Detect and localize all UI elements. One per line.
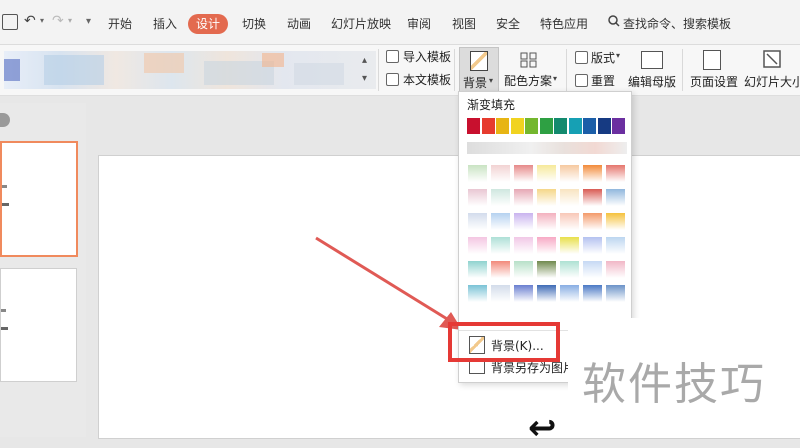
solid-color-row	[467, 118, 627, 134]
color-swatch[interactable]	[583, 118, 596, 134]
gradient-swatch[interactable]	[582, 188, 603, 207]
gradient-swatch[interactable]	[559, 188, 580, 207]
color-swatch[interactable]	[496, 118, 509, 134]
gradient-swatch[interactable]	[536, 260, 557, 279]
gradient-fill-label: 渐变填充	[467, 98, 516, 112]
gradient-swatch[interactable]	[582, 284, 603, 303]
highlight-box	[448, 322, 560, 362]
save-picture-icon	[469, 360, 485, 374]
gradient-swatch[interactable]	[536, 212, 557, 231]
gradient-swatch[interactable]	[605, 164, 626, 183]
gradient-swatch[interactable]	[605, 284, 626, 303]
gradient-swatch[interactable]	[490, 164, 511, 183]
gradient-swatch[interactable]	[582, 260, 603, 279]
recent-colors-row[interactable]	[467, 142, 627, 154]
gradient-swatch[interactable]	[605, 236, 626, 255]
gradient-swatch[interactable]	[467, 236, 488, 255]
gradient-swatch[interactable]	[467, 212, 488, 231]
gradient-swatch[interactable]	[490, 260, 511, 279]
color-swatch[interactable]	[525, 118, 538, 134]
color-swatch[interactable]	[612, 118, 625, 134]
color-swatch[interactable]	[554, 118, 567, 134]
gradient-swatch[interactable]	[490, 212, 511, 231]
gradient-swatch[interactable]	[559, 284, 580, 303]
gradient-swatch[interactable]	[536, 284, 557, 303]
gradient-swatch[interactable]	[490, 284, 511, 303]
gradient-swatch[interactable]	[490, 188, 511, 207]
color-swatch[interactable]	[568, 118, 582, 134]
gradient-swatch[interactable]	[605, 260, 626, 279]
gradient-swatch[interactable]	[605, 212, 626, 231]
gradient-swatch[interactable]	[582, 236, 603, 255]
arrow-shaft	[315, 236, 453, 324]
gradient-swatch[interactable]	[467, 284, 488, 303]
gradient-swatch[interactable]	[559, 260, 580, 279]
gradient-swatch[interactable]	[490, 236, 511, 255]
gradient-swatch[interactable]	[513, 188, 534, 207]
gradient-swatch[interactable]	[513, 260, 534, 279]
gradient-swatch[interactable]	[536, 236, 557, 255]
color-swatch[interactable]	[510, 118, 524, 134]
gradient-swatch[interactable]	[467, 188, 488, 207]
gradient-swatch[interactable]	[559, 212, 580, 231]
gradient-swatch-grid	[467, 164, 627, 324]
color-swatch[interactable]	[481, 118, 495, 134]
watermark-logo-mark: ↩	[528, 408, 557, 448]
gradient-swatch[interactable]	[467, 164, 488, 183]
gradient-swatch[interactable]	[467, 260, 488, 279]
gradient-swatch[interactable]	[536, 188, 557, 207]
gradient-swatch[interactable]	[513, 164, 534, 183]
gradient-swatch[interactable]	[582, 212, 603, 231]
watermark-text: 软件技巧	[582, 359, 766, 410]
gradient-swatch[interactable]	[513, 236, 534, 255]
gradient-swatch[interactable]	[513, 212, 534, 231]
gradient-swatch[interactable]	[582, 164, 603, 183]
gradient-swatch[interactable]	[559, 164, 580, 183]
gradient-swatch[interactable]	[605, 188, 626, 207]
gradient-swatch[interactable]	[536, 164, 557, 183]
color-swatch[interactable]	[467, 118, 480, 134]
color-swatch[interactable]	[597, 118, 611, 134]
gradient-swatch[interactable]	[559, 236, 580, 255]
gradient-swatch[interactable]	[513, 284, 534, 303]
watermark-panel: 软件技巧	[568, 318, 800, 437]
color-swatch[interactable]	[539, 118, 553, 134]
